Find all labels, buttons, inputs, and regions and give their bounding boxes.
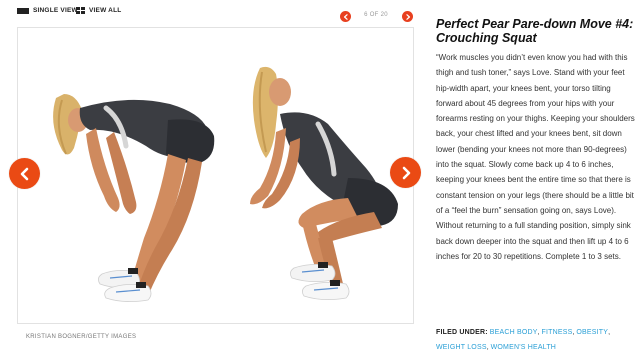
pager-prev-button[interactable] <box>340 11 351 22</box>
chevron-left-icon <box>20 167 28 180</box>
next-slide-button[interactable] <box>390 157 421 188</box>
slide-photo <box>17 27 414 324</box>
filed-under-label: FILED UNDER: <box>436 329 488 336</box>
article-title: Perfect Pear Pare-down Move #4: Crouchin… <box>436 17 634 45</box>
single-view-label: SINGLE VIEW <box>33 7 78 14</box>
prev-slide-button[interactable] <box>9 158 40 189</box>
single-view-button[interactable]: SINGLE VIEW <box>17 7 78 14</box>
tag-link[interactable]: WOMEN'S HEALTH <box>491 344 556 351</box>
chevron-left-icon <box>343 13 348 20</box>
tag-link[interactable]: FITNESS <box>542 329 573 336</box>
tag-link[interactable]: BEACH BODY <box>490 329 538 336</box>
article-body: “Work muscles you didn’t even know you h… <box>436 53 635 261</box>
single-view-icon <box>17 7 29 14</box>
grid-icon <box>76 7 85 14</box>
tag-link[interactable]: OBESITY <box>576 329 608 336</box>
pager-next-button[interactable] <box>402 11 413 22</box>
tag-link[interactable]: WEIGHT LOSS <box>436 344 487 351</box>
view-all-button[interactable]: VIEW ALL <box>76 7 121 14</box>
view-all-label: VIEW ALL <box>89 7 122 14</box>
filed-under: FILED UNDER: BEACH BODY, FITNESS, OBESIT… <box>436 329 611 351</box>
squat-illustration <box>18 28 413 323</box>
slide-counter: 6 OF 20 <box>364 12 388 18</box>
photo-credit: KRISTIAN BOGNER/GETTY IMAGES <box>26 334 137 340</box>
chevron-right-icon <box>405 13 410 20</box>
chevron-right-icon <box>402 166 410 179</box>
